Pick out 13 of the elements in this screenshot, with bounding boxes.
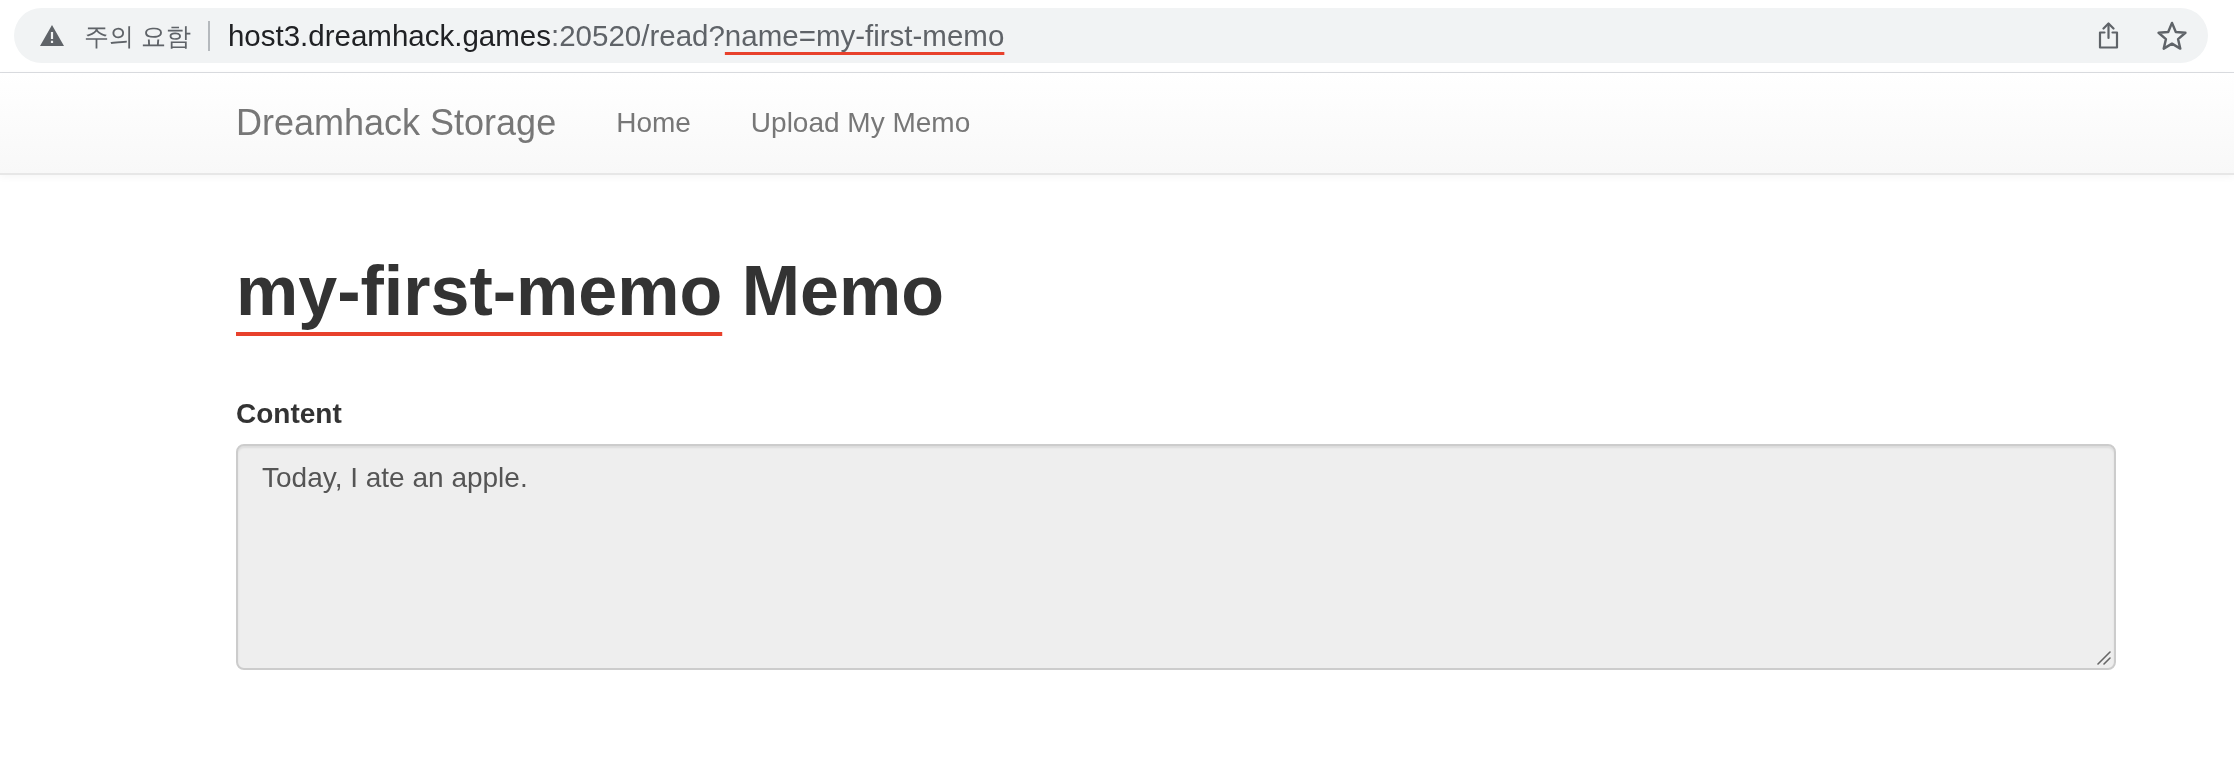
brand-link[interactable]: Dreamhack Storage	[236, 103, 557, 143]
url-text: host3.dreamhack.games:20520/read?name=my-first-memo	[227, 17, 1005, 54]
nav-link[interactable]: Upload My Memo	[750, 103, 971, 143]
content-field[interactable]: Today, I ate an apple.	[236, 444, 2116, 670]
warning-icon	[40, 25, 64, 46]
star-icon[interactable]	[2157, 21, 2187, 50]
memo-title: my-first-memo Memo	[236, 253, 944, 332]
nav-link[interactable]: Home	[616, 103, 691, 143]
content-label: Content	[236, 397, 342, 431]
share-icon[interactable]	[2098, 22, 2119, 49]
address-bar[interactable]: 주의 요함 host3.dreamhack.games:20520/read?name=my-first-memo	[14, 8, 2208, 63]
security-status-button[interactable]: 주의 요함	[40, 19, 191, 52]
resize-grip-icon[interactable]	[2097, 651, 2111, 665]
